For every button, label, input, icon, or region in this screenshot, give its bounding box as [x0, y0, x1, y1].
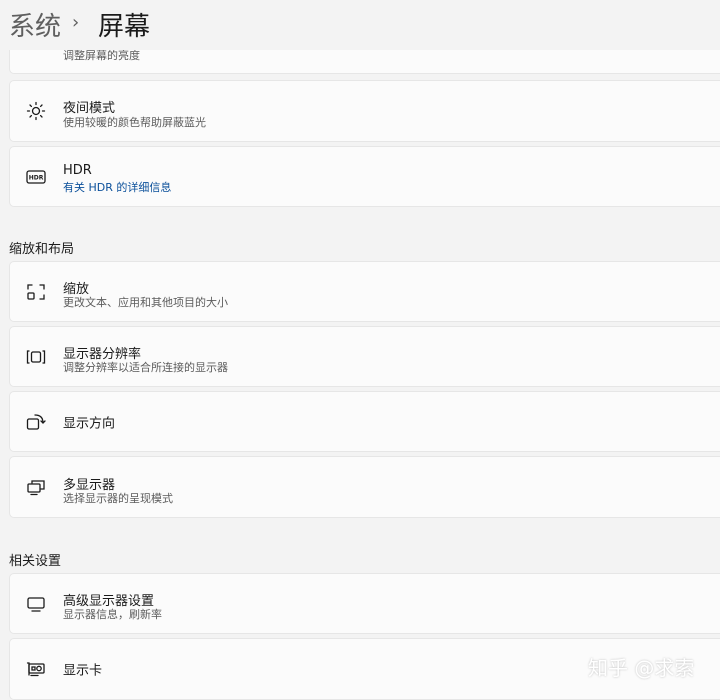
scale-icon [27, 283, 45, 300]
breadcrumb-separator: › [72, 12, 80, 33]
watermark: 知乎 @求索 [588, 656, 695, 680]
sun-icon [26, 101, 46, 121]
resolution-desc: 调整分辨率以适合所连接的显示器 [63, 361, 228, 374]
card-advanced-display[interactable]: 高级显示器设置 显示器信息，刷新率 [9, 573, 720, 634]
hdr-icon-text: HDR [29, 174, 44, 181]
hdr-title: HDR [63, 163, 92, 178]
hdr-details-link[interactable]: 有关 HDR 的详细信息 [63, 179, 171, 195]
hdr-icon: HDR [26, 169, 46, 184]
section-title-scale-layout: 缩放和布局 [9, 242, 75, 257]
card-night-light[interactable]: 夜间模式 使用较暖的颜色帮助屏蔽蓝光 [9, 80, 720, 142]
card-multiple-displays[interactable]: 多显示器 选择显示器的呈现模式 [9, 456, 720, 518]
graphics-title: 显示卡 [63, 663, 103, 679]
orientation-icon [26, 413, 46, 430]
multiple-displays-desc: 选择显示器的呈现模式 [63, 492, 173, 505]
graphics-card-icon [26, 662, 45, 677]
night-light-desc: 使用较暖的颜色帮助屏蔽蓝光 [63, 116, 206, 129]
card-resolution[interactable]: 显示器分辨率 调整分辨率以适合所连接的显示器 [9, 326, 720, 387]
section-title-related-settings: 相关设置 [9, 554, 62, 569]
header-bar: 系统 › 屏幕 [0, 0, 720, 50]
card-scale[interactable]: 缩放 更改文本、应用和其他项目的大小 [9, 261, 720, 322]
page-title: 屏幕 [98, 12, 151, 42]
resolution-icon [26, 349, 46, 364]
advanced-display-desc: 显示器信息，刷新率 [63, 608, 162, 621]
multiple-displays-icon [27, 480, 45, 496]
monitor-icon [27, 596, 45, 612]
orientation-title: 显示方向 [63, 416, 116, 431]
card-orientation[interactable]: 显示方向 [9, 391, 720, 452]
card-hdr[interactable]: HDR HDR 有关 HDR 的详细信息 [9, 146, 720, 207]
breadcrumb-root[interactable]: 系统 [9, 6, 61, 43]
scale-desc: 更改文本、应用和其他项目的大小 [63, 296, 228, 309]
